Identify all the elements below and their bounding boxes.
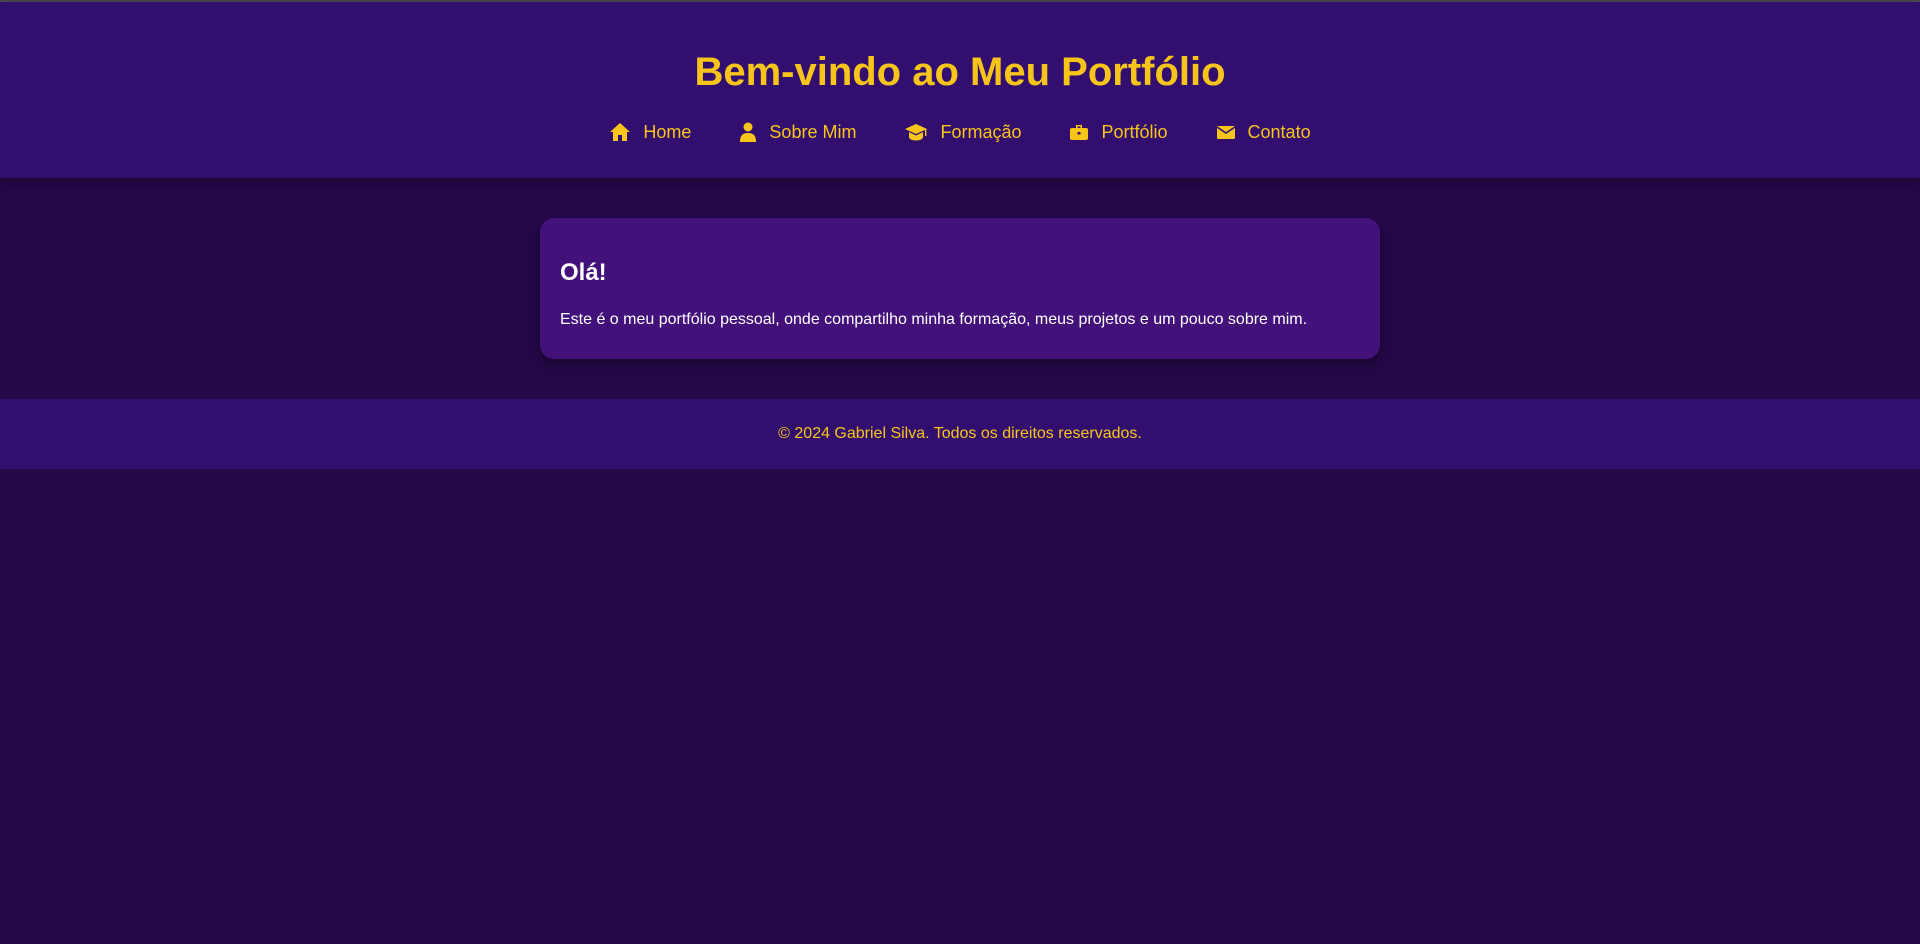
nav-item-label: Portfólio <box>1101 122 1168 142</box>
main-content: Olá! Este é o meu portfólio pessoal, ond… <box>0 178 1920 399</box>
nav-item-label: Home <box>643 122 692 142</box>
user-icon <box>740 122 757 142</box>
home-icon <box>610 123 631 141</box>
briefcase-icon <box>1070 125 1089 140</box>
site-footer: © 2024 Gabriel Silva. Todos os direitos … <box>0 399 1920 469</box>
intro-text: Este é o meu portfólio pessoal, onde com… <box>560 311 1308 328</box>
graduation-cap-icon <box>905 124 928 141</box>
nav-item-label: Contato <box>1247 122 1311 142</box>
nav-item-label: Formação <box>940 122 1022 142</box>
nav-item-sobre-mim[interactable]: Sobre Mim <box>739 118 856 146</box>
intro-card: Olá! Este é o meu portfólio pessoal, ond… <box>540 218 1380 359</box>
intro-heading: Olá! <box>560 259 607 286</box>
page-title: Bem-vindo ao Meu Portfólio <box>694 50 1226 94</box>
nav-item-contato[interactable]: Contato <box>1216 118 1311 146</box>
nav-item-home[interactable]: Home <box>609 118 691 146</box>
copyright-text: © 2024 Gabriel Silva. Todos os direitos … <box>778 425 1142 442</box>
main-nav: Home Sobre Mim Formação Portfólio Contat… <box>0 118 1920 146</box>
envelope-icon <box>1216 126 1235 139</box>
nav-item-label: Sobre Mim <box>769 122 857 142</box>
nav-item-formacao[interactable]: Formação <box>904 118 1021 146</box>
nav-item-portfolio[interactable]: Portfólio <box>1069 118 1168 146</box>
site-header: Bem-vindo ao Meu Portfólio Home Sobre Mi… <box>0 2 1920 178</box>
